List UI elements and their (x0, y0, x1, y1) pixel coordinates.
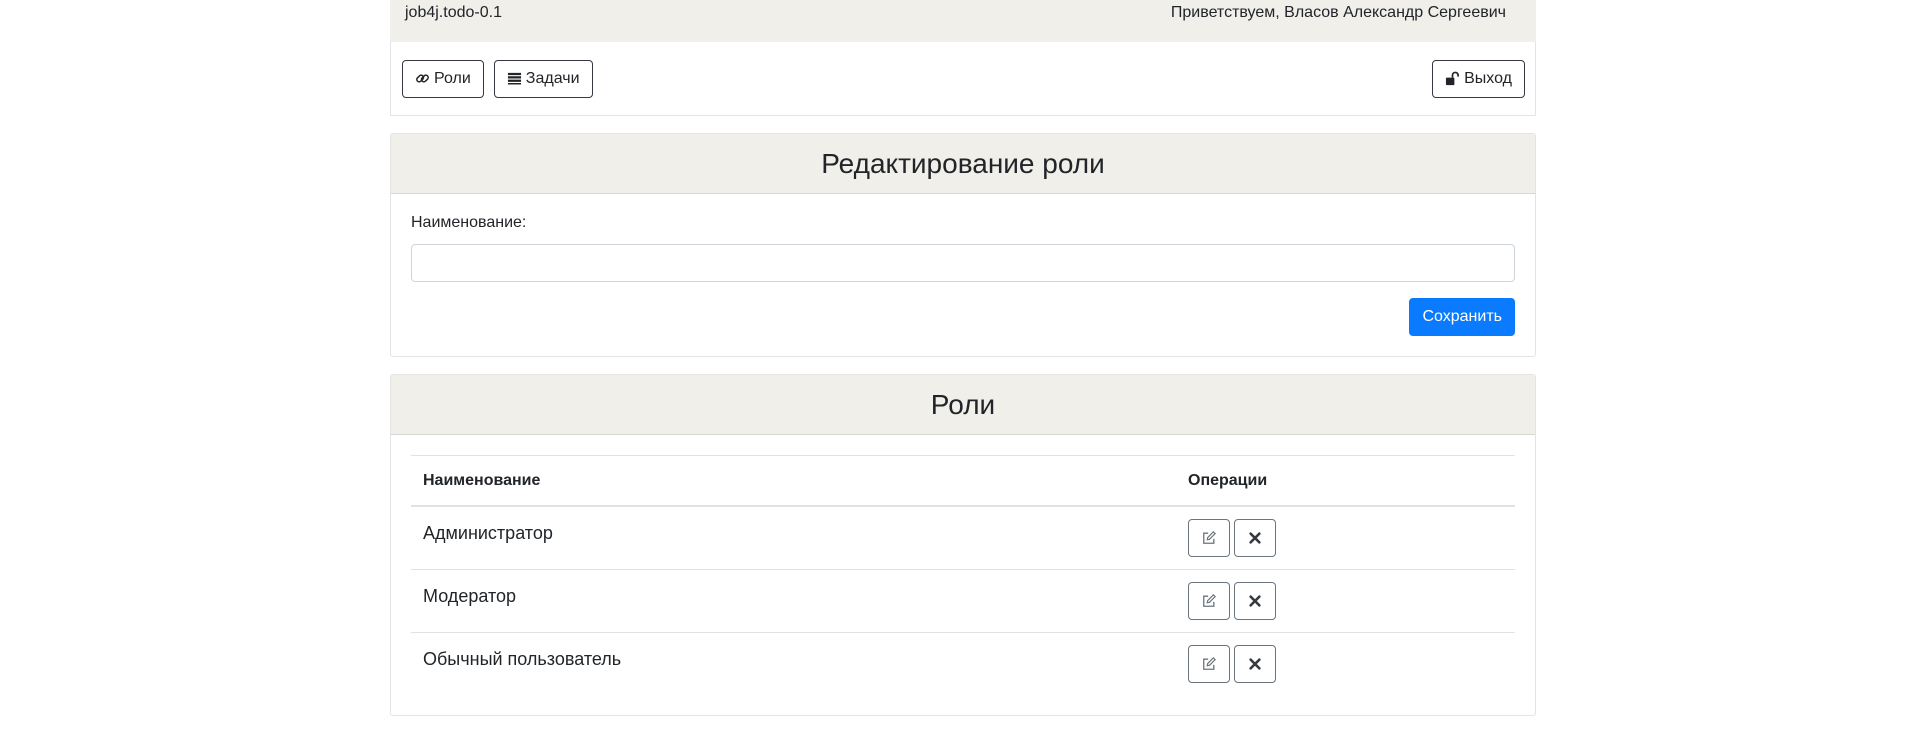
edit-icon (1203, 593, 1216, 607)
table-row: Администратор (411, 506, 1515, 569)
role-name-cell: Обычный пользователь (411, 631, 1176, 695)
delete-role-button[interactable] (1234, 519, 1276, 557)
list-icon (507, 72, 521, 85)
logout-label: Выход (1464, 69, 1512, 87)
edit-role-button[interactable] (1188, 581, 1230, 620)
tasks-nav-button[interactable]: Задачи (493, 59, 593, 98)
top-bar: job4j.todo-0.1 Приветствуем, Власов Алек… (390, 0, 1536, 42)
role-name-cell: Администратор (423, 523, 553, 543)
edit-role-button[interactable] (1188, 644, 1230, 683)
edit-role-card: Редактирование роли Наименование: Сохран… (390, 133, 1536, 357)
delete-role-button[interactable] (1234, 644, 1276, 683)
link-icon (416, 74, 429, 83)
roles-card: Роли Наименование Операции Администратор (390, 374, 1536, 716)
roles-nav-button[interactable]: Роли (402, 59, 484, 98)
edit-icon (1203, 656, 1216, 670)
edit-role-title: Редактирование роли (391, 134, 1535, 194)
column-header-name: Наименование (411, 455, 1176, 507)
roles-title: Роли (391, 375, 1535, 435)
unlock-icon (1446, 71, 1460, 86)
column-header-operations: Операции (1176, 455, 1515, 507)
delete-role-button[interactable] (1234, 581, 1276, 620)
app-name: job4j.todo-0.1 (405, 4, 502, 21)
page-container: job4j.todo-0.1 Приветствуем, Власов Алек… (390, 0, 1536, 716)
tasks-nav-label: Задачи (525, 69, 580, 87)
close-icon (1249, 532, 1261, 544)
roles-nav-label: Роли (434, 69, 471, 87)
table-row: Обычный пользователь (411, 631, 1515, 695)
save-button[interactable]: Сохранить (1409, 298, 1515, 336)
edit-role-button[interactable] (1188, 519, 1230, 557)
close-icon (1249, 594, 1261, 607)
close-icon (1249, 657, 1261, 670)
edit-icon (1203, 531, 1216, 544)
role-name-cell: Модератор (411, 568, 1176, 632)
table-row: Модератор (411, 568, 1515, 632)
logout-button[interactable]: Выход (1432, 59, 1525, 98)
nav-bar: Роли Задачи Выход (390, 42, 1536, 116)
roles-table: Наименование Операции Администратор Моде… (411, 455, 1515, 695)
role-name-input[interactable] (411, 244, 1515, 282)
user-greeting: Приветствуем, Власов Александр Сергеевич (1170, 4, 1506, 21)
role-name-label: Наименование: (411, 214, 527, 231)
